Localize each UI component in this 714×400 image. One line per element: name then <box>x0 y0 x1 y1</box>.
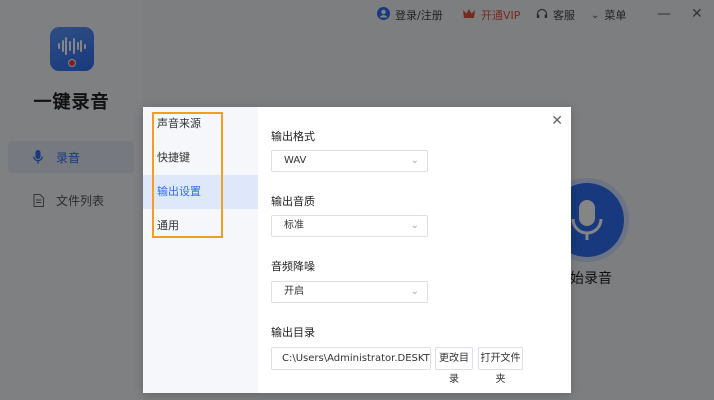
noise-reduction-label: 音频降噪 <box>271 260 315 273</box>
output-quality-label: 输出音质 <box>271 195 315 208</box>
tab-sound-source[interactable]: 声音来源 <box>143 107 258 141</box>
output-format-select[interactable]: WAV ⌄ <box>271 150 428 172</box>
chevron-down-icon: ⌄ <box>410 220 419 231</box>
output-format-label: 输出格式 <box>271 130 315 143</box>
change-dir-button[interactable]: 更改目录 <box>435 347 473 385</box>
settings-nav: 声音来源 快捷键 输出设置 通用 <box>143 107 258 393</box>
tab-shortcuts[interactable]: 快捷键 <box>143 141 258 175</box>
tab-output-settings[interactable]: 输出设置 <box>143 175 258 209</box>
output-dir-label: 输出目录 <box>271 326 315 339</box>
chevron-down-icon: ⌄ <box>410 155 419 166</box>
output-quality-select[interactable]: 标准 ⌄ <box>271 215 428 237</box>
open-folder-button[interactable]: 打开文件夹 <box>478 347 523 385</box>
app-window: 一键录音 录音 文件列表 登录/注册 开通VIP 客服 ⌄ 菜单 — ✕ 始录音… <box>0 0 714 400</box>
noise-reduction-select[interactable]: 开启 ⌄ <box>271 281 428 303</box>
settings-dialog: 声音来源 快捷键 输出设置 通用 ✕ 输出格式 WAV ⌄ 输出音质 标准 ⌄ … <box>143 107 571 393</box>
output-dir-input[interactable]: C:\Users\Administrator.DESKTOP <box>271 347 431 370</box>
tab-general[interactable]: 通用 <box>143 209 258 243</box>
close-dialog-icon[interactable]: ✕ <box>551 113 563 129</box>
chevron-down-icon: ⌄ <box>410 286 419 297</box>
